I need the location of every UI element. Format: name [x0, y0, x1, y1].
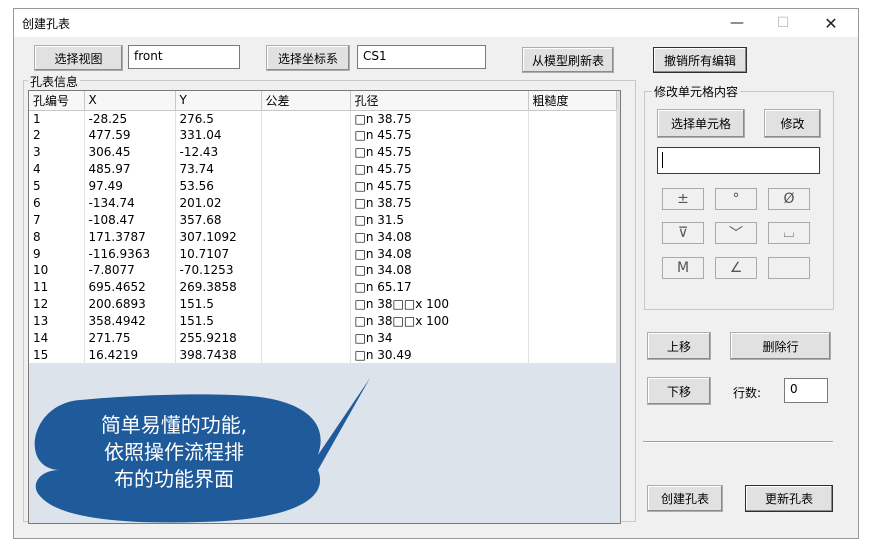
callout-line-1: 简单易懂的功能,: [100, 413, 248, 437]
callout-line-3: 布的功能界面: [114, 467, 234, 491]
callout-text: 简单易懂的功能, 依照操作流程排 布的功能界面: [34, 412, 314, 493]
callout-line-2: 依照操作流程排: [104, 440, 244, 464]
